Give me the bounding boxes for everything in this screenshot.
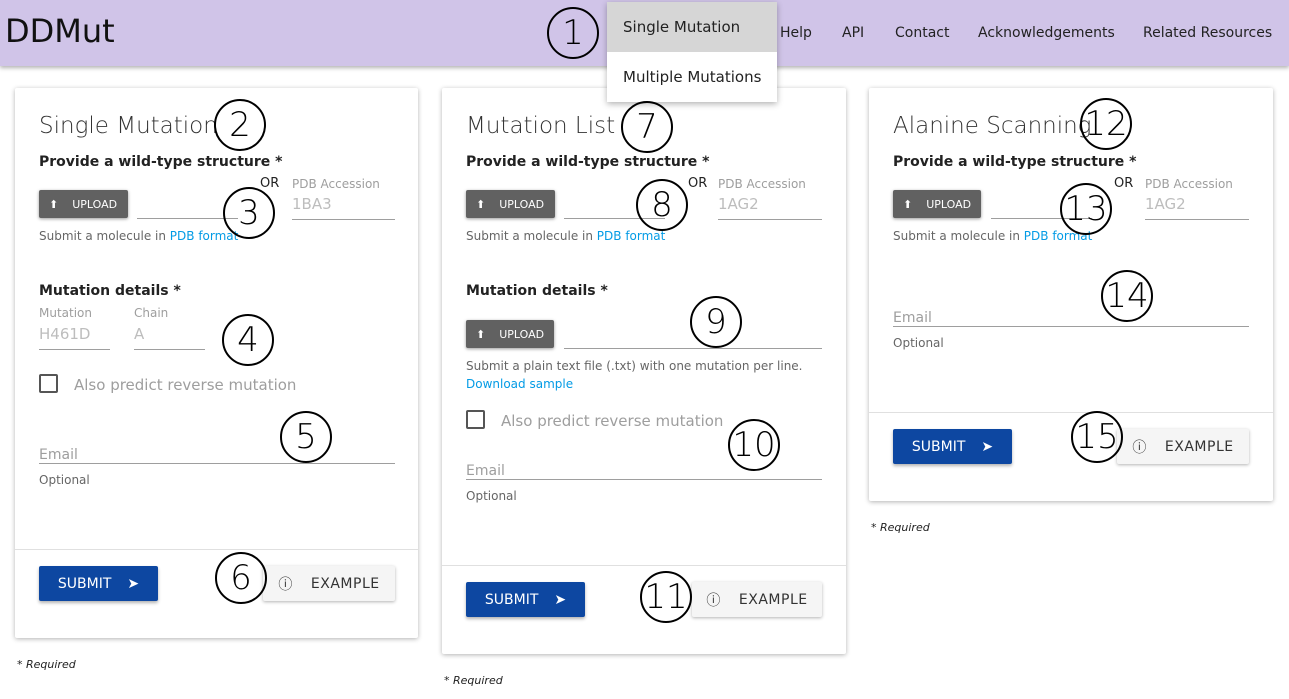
pdb-accession-underline — [718, 219, 822, 220]
or-label: OR — [1114, 176, 1134, 191]
upload-structure-button[interactable]: ⬆ UPLOAD — [893, 190, 981, 218]
menu-item-single-mutation[interactable]: Single Mutation — [607, 2, 777, 52]
pdb-accession-label: PDB Accession — [292, 177, 380, 191]
card-title: Mutation List — [466, 113, 616, 139]
email-underline — [39, 463, 395, 464]
card-divider — [442, 565, 846, 566]
structure-hint: Submit a molecule in PDB format — [39, 229, 239, 243]
pdb-accession-label: PDB Accession — [718, 177, 806, 191]
or-label: OR — [688, 176, 708, 191]
reverse-mutation-checkbox[interactable] — [466, 410, 485, 429]
mutation-field-label: Mutation — [39, 306, 93, 320]
card-divider — [15, 549, 418, 550]
annotation-marker: 15 — [1071, 411, 1123, 463]
submit-button[interactable]: SUBMIT ➤ — [466, 582, 585, 617]
submit-button[interactable]: SUBMIT ➤ — [893, 429, 1012, 464]
pdb-accession-input[interactable]: 1AG2 — [718, 195, 759, 213]
mutation-input[interactable]: H461D — [39, 325, 90, 343]
menu-item-multiple-mutations[interactable]: Multiple Mutations — [607, 52, 777, 102]
example-button[interactable]: ⓘ EXAMPLE — [692, 582, 822, 617]
annotation-marker: 3 — [223, 187, 275, 239]
structure-hint: Submit a molecule in PDB format — [893, 229, 1093, 243]
structure-hint: Submit a molecule in PDB format — [466, 229, 666, 243]
pdb-accession-input[interactable]: 1AG2 — [1145, 195, 1186, 213]
structure-label: Provide a wild-type structure * — [466, 154, 710, 170]
chain-field-label: Chain — [134, 306, 169, 320]
upload-icon: ⬆ — [903, 197, 913, 211]
pdb-format-link[interactable]: PDB format — [597, 229, 666, 243]
info-icon: ⓘ — [1132, 439, 1147, 456]
reverse-mutation-label[interactable]: Also predict reverse mutation — [501, 412, 723, 430]
send-icon: ➤ — [127, 575, 140, 592]
email-underline — [466, 479, 822, 480]
nav-related-resources[interactable]: Related Resources — [1143, 25, 1272, 41]
nav-help[interactable]: Help — [780, 25, 812, 41]
info-icon: ⓘ — [278, 576, 293, 593]
info-icon: ⓘ — [706, 592, 721, 609]
upload-mutation-list-button[interactable]: ⬆ UPLOAD — [466, 320, 554, 348]
card-title: Alanine Scanning — [893, 113, 1092, 139]
email-input[interactable]: Email — [466, 463, 505, 479]
pdb-accession-label: PDB Accession — [1145, 177, 1233, 191]
required-note: * Required — [17, 658, 76, 671]
mutation-details-label: Mutation details * — [466, 283, 608, 299]
structure-label: Provide a wild-type structure * — [893, 154, 1137, 170]
nav-contact[interactable]: Contact — [895, 25, 949, 41]
annotation-marker: 11 — [640, 571, 692, 623]
email-optional-hint: Optional — [466, 489, 517, 503]
annotation-marker: 13 — [1060, 183, 1112, 235]
send-icon: ➤ — [554, 591, 567, 608]
chain-underline — [134, 349, 205, 350]
required-note: * Required — [871, 521, 930, 534]
required-note: * Required — [444, 674, 503, 687]
example-button[interactable]: ⓘ EXAMPLE — [263, 566, 395, 601]
logo[interactable]: DDMut — [5, 12, 115, 50]
email-underline — [893, 326, 1249, 327]
mutation-file-field[interactable] — [564, 348, 822, 349]
structure-label: Provide a wild-type structure * — [39, 154, 283, 170]
submit-dropdown-menu: Single Mutation Multiple Mutations — [607, 2, 777, 102]
submit-button[interactable]: SUBMIT ➤ — [39, 566, 158, 601]
email-input[interactable]: Email — [39, 447, 78, 463]
card-title: Single Mutation — [39, 113, 218, 139]
card-divider — [869, 412, 1273, 413]
or-label: OR — [260, 176, 280, 191]
upload-structure-button[interactable]: ⬆ UPLOAD — [466, 190, 555, 218]
email-optional-hint: Optional — [893, 336, 944, 350]
pdb-accession-input[interactable]: 1BA3 — [292, 195, 332, 213]
mutation-details-label: Mutation details * — [39, 283, 181, 299]
upload-icon: ⬆ — [49, 197, 59, 211]
annotation-marker: 6 — [215, 552, 267, 604]
annotation-marker: 1 — [547, 7, 599, 59]
email-input[interactable]: Email — [893, 310, 932, 326]
annotation-marker: 10 — [728, 419, 780, 471]
download-sample-link[interactable]: Download sample — [466, 377, 573, 391]
reverse-mutation-checkbox[interactable] — [39, 374, 58, 393]
reverse-mutation-label[interactable]: Also predict reverse mutation — [74, 376, 296, 394]
annotation-marker: 8 — [636, 179, 688, 231]
example-button[interactable]: ⓘ EXAMPLE — [1117, 429, 1249, 464]
nav-api[interactable]: API — [842, 25, 864, 41]
pdb-accession-underline — [292, 219, 395, 220]
pdb-accession-underline — [1145, 219, 1249, 220]
send-icon: ➤ — [981, 438, 994, 455]
annotation-marker: 5 — [280, 411, 332, 463]
upload-icon: ⬆ — [476, 197, 486, 211]
pdb-format-link[interactable]: PDB format — [170, 229, 239, 243]
annotation-marker: 9 — [690, 296, 742, 348]
nav-acknowledgements[interactable]: Acknowledgements — [978, 25, 1115, 41]
mutation-underline — [39, 349, 110, 350]
annotation-marker: 4 — [222, 314, 274, 366]
annotation-marker: 2 — [214, 99, 266, 151]
single-mutation-card — [15, 88, 418, 638]
file-hint: Submit a plain text file (.txt) with one… — [466, 359, 803, 373]
chain-input[interactable]: A — [134, 325, 144, 343]
annotation-marker: 12 — [1080, 98, 1132, 150]
annotation-marker: 7 — [621, 101, 673, 153]
upload-structure-button[interactable]: ⬆ UPLOAD — [39, 190, 128, 218]
annotation-marker: 14 — [1101, 270, 1153, 322]
upload-icon: ⬆ — [476, 327, 486, 341]
email-optional-hint: Optional — [39, 473, 90, 487]
